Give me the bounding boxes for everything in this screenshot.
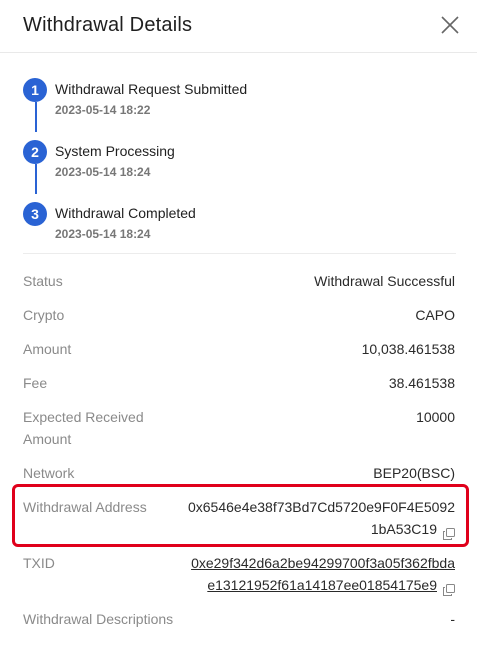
- detail-key: TXID: [23, 555, 55, 571]
- txid-link[interactable]: e13121952f61a14187ee01854175e9: [207, 577, 437, 593]
- close-icon[interactable]: [439, 14, 461, 36]
- detail-key: Status: [23, 273, 63, 289]
- txid-value[interactable]: 0xe29f342d6a2be94299700f3a05f362fbda e13…: [191, 552, 455, 597]
- copy-icon[interactable]: [443, 580, 455, 597]
- step-number: 1: [23, 78, 47, 102]
- modal-title: Withdrawal Details: [23, 14, 193, 36]
- step-number: 3: [23, 202, 47, 226]
- section-divider: [23, 253, 456, 254]
- detail-key: Amount: [23, 341, 72, 357]
- txid-link[interactable]: 0xe29f342d6a2be94299700f3a05f362fbda: [191, 555, 455, 571]
- expected-value: 10000: [416, 409, 455, 425]
- address-value: 0x6546e4e38f73Bd7Cd5720e9F0F4E5092 1bA53…: [187, 496, 455, 541]
- step-time: 2023-05-14 18:22: [55, 103, 151, 117]
- detail-key: Withdrawal Descriptions: [23, 611, 174, 627]
- descriptions-value: -: [450, 611, 455, 627]
- detail-key: Network: [23, 465, 75, 481]
- copy-icon[interactable]: [443, 524, 455, 541]
- step-number: 2: [23, 140, 47, 164]
- amount-value: 10,038.461538: [361, 341, 455, 357]
- fee-value: 38.461538: [388, 375, 455, 391]
- modal-header: Withdrawal Details: [0, 0, 477, 53]
- step-label: Withdrawal Completed: [55, 205, 196, 221]
- address-line: 0x6546e4e38f73Bd7Cd5720e9F0F4E5092: [187, 499, 455, 515]
- step-time: 2023-05-14 18:24: [55, 165, 151, 179]
- step-label: System Processing: [55, 143, 175, 159]
- detail-key: Crypto: [23, 307, 65, 323]
- status-value: Withdrawal Successful: [314, 273, 455, 289]
- detail-key: Withdrawal Address: [23, 499, 147, 515]
- detail-key: Fee: [23, 375, 48, 391]
- step-time: 2023-05-14 18:24: [55, 227, 151, 241]
- address-line: 1bA53C19: [370, 521, 437, 537]
- step-label: Withdrawal Request Submitted: [55, 81, 248, 97]
- network-value: BEP20(BSC): [373, 465, 455, 481]
- step-connector: [35, 164, 37, 194]
- detail-key: Expected Received Amount: [23, 406, 144, 450]
- crypto-value: CAPO: [415, 307, 455, 323]
- step-connector: [35, 102, 37, 132]
- detail-key-line: Amount: [23, 431, 72, 447]
- detail-key-line: Expected Received: [23, 409, 144, 425]
